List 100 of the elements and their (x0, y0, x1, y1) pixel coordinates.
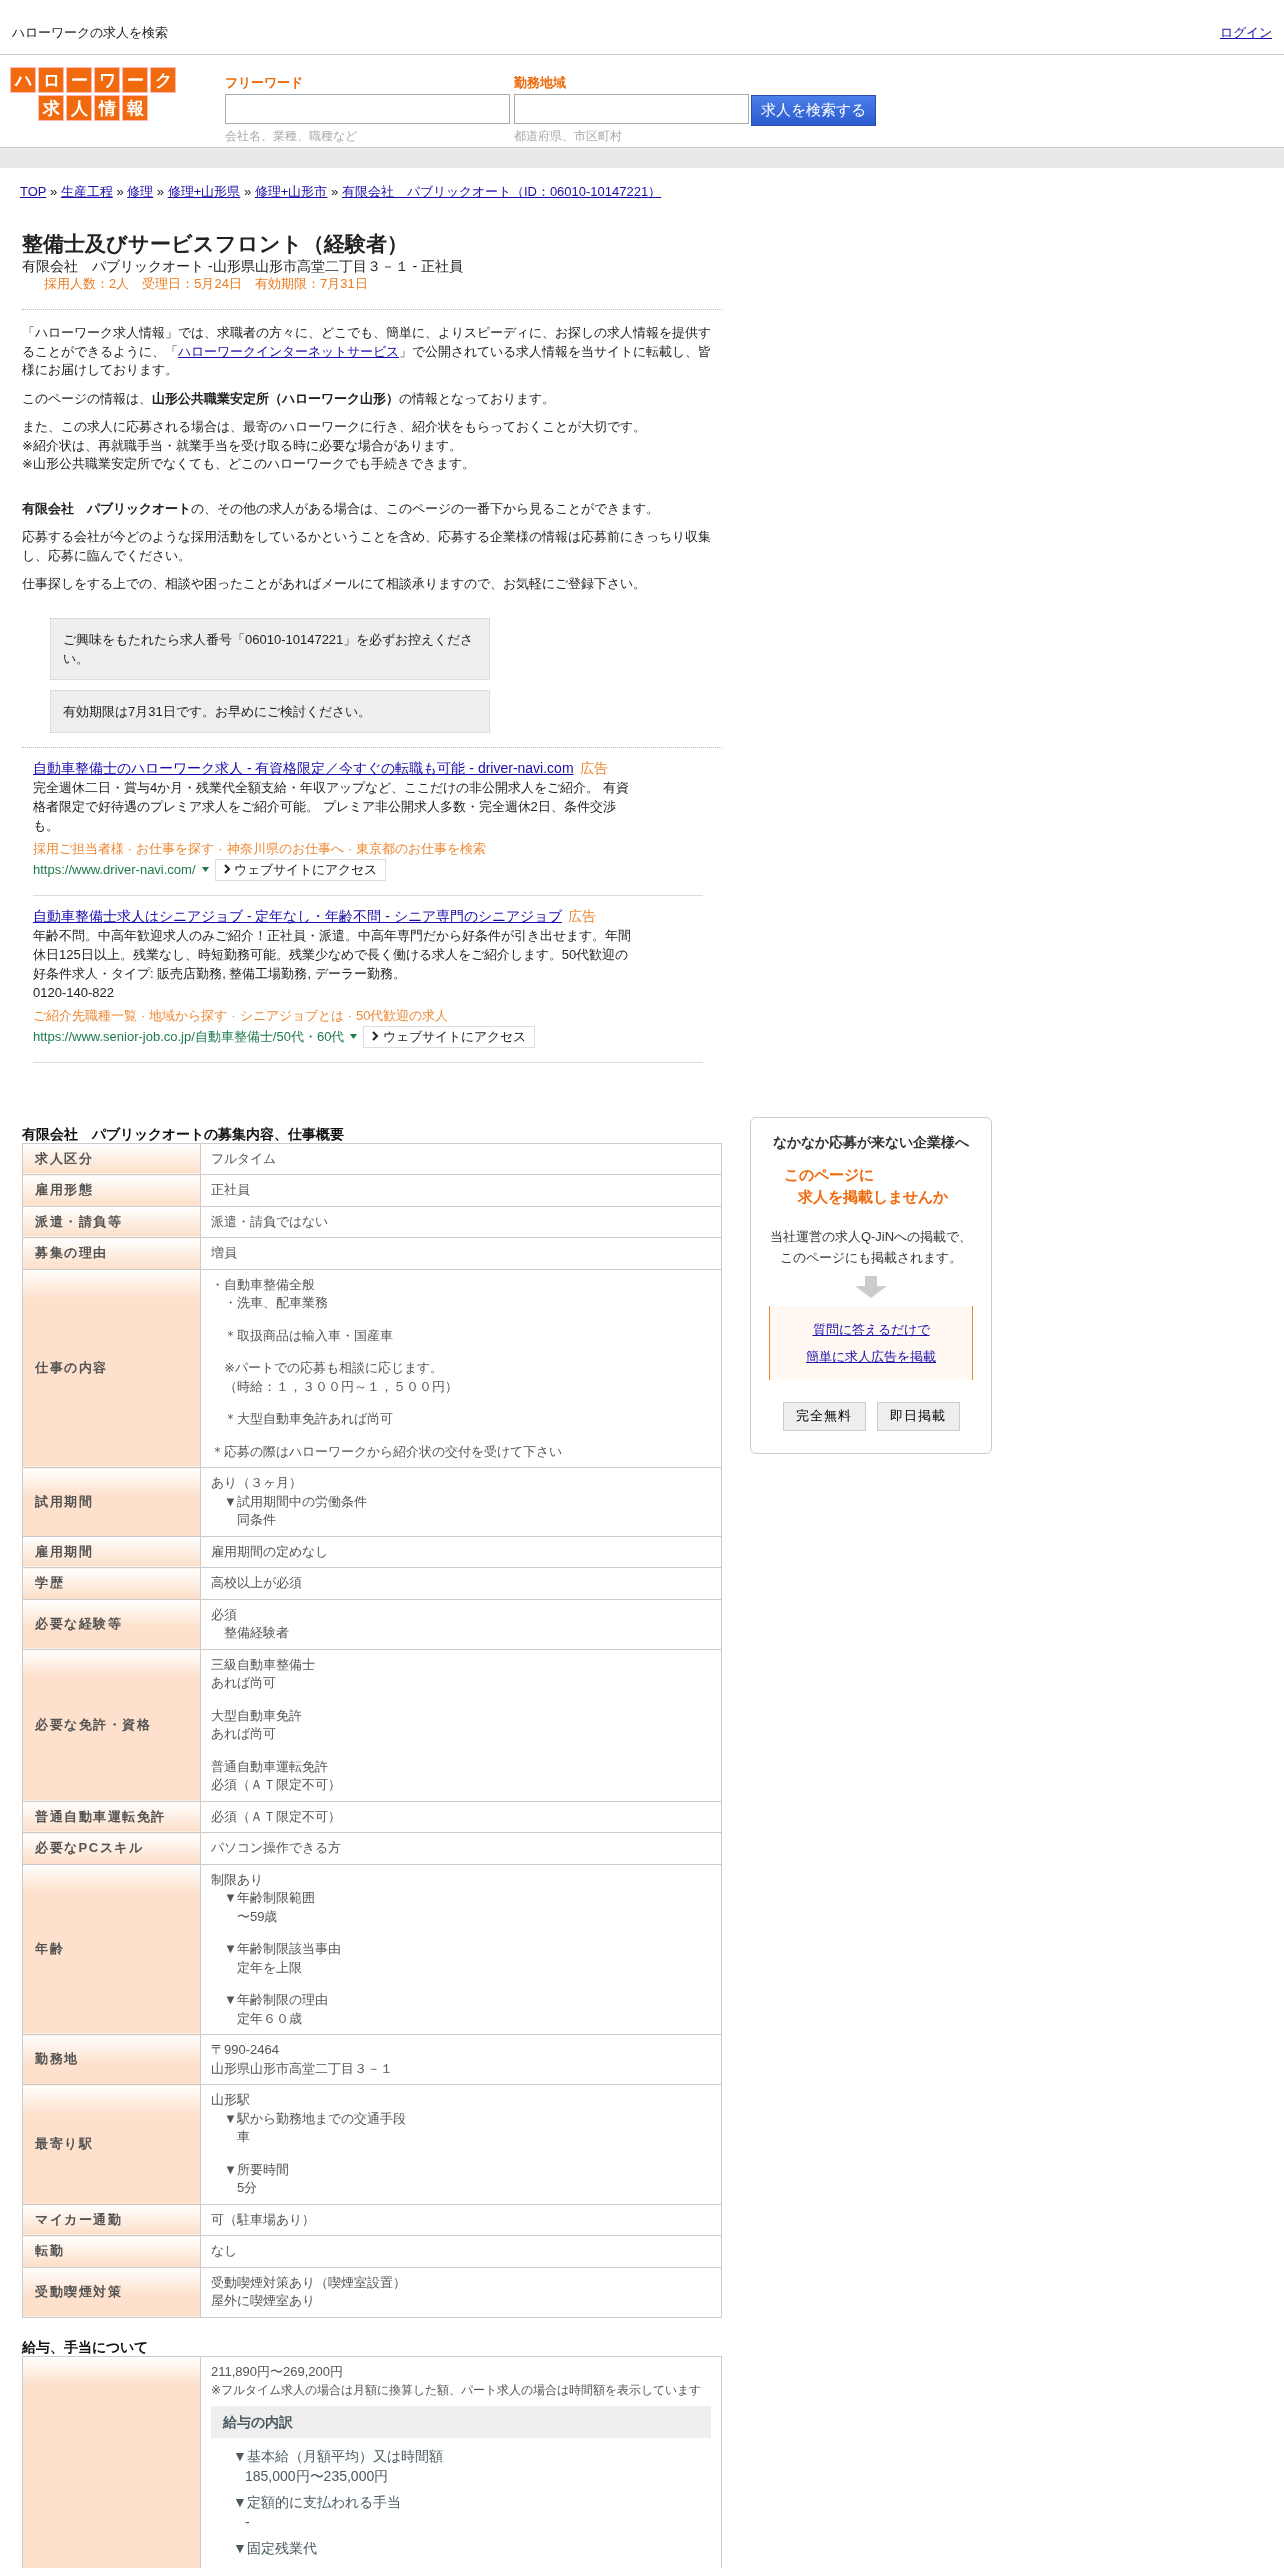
row-value: 派遣・請負ではない (200, 1206, 722, 1238)
chevron-icon (372, 1030, 380, 1041)
row-value: フルタイム (200, 1143, 722, 1175)
row-value: ・自動車整備全般 ・洗車、配車業務 ＊取扱商品は輸入車・国産車 ※パートでの応募も相談に応じます。 （時給：１，３００円～１，５００円） ＊大型自動車免許あれば尚可 ＊応募の際はハローワークから紹介状の交付を受けて下さい (200, 1269, 722, 1468)
section-title: 有限会社 パブリックオートの募集内容、仕事概要 (22, 1124, 345, 1143)
row-value: 受動喫煙対策あり（喫煙室設置） 屋外に喫煙室あり (200, 2267, 722, 2317)
row-label: 転勤 (22, 2235, 201, 2267)
row-label: マイカー通勤 (22, 2204, 201, 2236)
breadcrumb-separator: » (116, 184, 124, 199)
logo-letter: ハ (11, 68, 35, 92)
intro-paragraph: このページの情報は、山形公共職業安定所（ハローワーク山形）の情報となっております。 (22, 389, 556, 408)
row-label: 試用期間 (22, 1467, 201, 1536)
job-subtitle: 有限会社 パブリックオート -山形県山形市高堂二丁目３－１ - 正社員 (22, 257, 464, 275)
panel-text: 当社運営の求人Q-JiNへの掲載で、このページにも掲載されます。 (768, 1227, 974, 1267)
arrow-down-icon (855, 1275, 887, 1298)
sitelink-separator: · (347, 1007, 353, 1023)
feature-button[interactable]: 完全無料 (782, 1401, 866, 1431)
logo-letter: ク (151, 68, 175, 92)
breakdown-heading: 給与の内訳 (211, 2405, 711, 2438)
row-value: 〒990-2464 山形県山形市高堂二丁目３－１ (200, 2034, 722, 2085)
breadcrumb-link[interactable]: 修理+山形市 (254, 184, 328, 199)
reminder-box: 有効期限は7月31日です。お早めにご検討ください。 (50, 689, 490, 733)
row-label: 募集の理由 (22, 1237, 201, 1269)
row-label: 年齢 (22, 1864, 201, 2035)
row-value: 必須（ＡＴ限定不可） (200, 1801, 722, 1833)
sitelink-separator: · (347, 840, 353, 856)
salary-item-heading: ▼基本給（月額平均）又は時間額 (233, 2447, 444, 2466)
row-label: 仕事の内容 (22, 1269, 201, 1468)
sitelink-separator: · (218, 840, 223, 856)
salary-item-heading: ▼固定残業代 (233, 2539, 318, 2558)
salary-item-heading: ▼定額的に支払われる手当 (233, 2493, 402, 2512)
row-label: 雇用形態 (22, 1174, 201, 1206)
visit-website-button[interactable]: ウェブサイトにアクセス (214, 858, 387, 881)
feature-button[interactable]: 即日掲載 (876, 1401, 960, 1431)
breadcrumb-link[interactable]: 修理 (127, 184, 154, 199)
row-label: 雇用期間 (22, 1536, 201, 1568)
row-value: 必須 整備経験者 (200, 1599, 722, 1649)
panel-catchphrase: このページに 求人を掲載しませんか (783, 1164, 949, 1207)
row-label: 必要な経験等 (22, 1599, 201, 1649)
row-label: 学歴 (22, 1567, 201, 1599)
breadcrumb-link[interactable]: 有限会社 パブリックオート（ID：06010-10147221） (341, 184, 662, 199)
caret-icon (201, 867, 209, 872)
row-value: 三級自動車整備士 あれば尚可 大型自動車免許 あれば尚可 普通自動車運転免許 必須（ＡＴ限定不可） (200, 1649, 722, 1801)
panel-link[interactable]: 質問に答えるだけで (812, 1321, 930, 1337)
row-label: 最寄り駅 (22, 2084, 201, 2204)
search-button[interactable]: 求人を検索する (751, 95, 876, 126)
logo-letter: ー (123, 68, 147, 92)
field-hint: 都道府県、市区町村 (514, 128, 623, 145)
salary-note: ※フルタイム求人の場合は月額に換算した額、パート求人の場合は時間額を表示しています (211, 2382, 703, 2399)
row-value: あり（３ヶ月） ▼試用期間中の労働条件 同条件 (200, 1467, 722, 1536)
breadcrumb-separator: » (243, 184, 252, 199)
sitelink-separator: · (231, 1007, 236, 1023)
row-value: 可（駐車場あり） (200, 2204, 722, 2236)
logo-letter: ロ (39, 68, 63, 92)
breadcrumb-separator: » (156, 184, 165, 199)
caret-icon (350, 1034, 358, 1039)
hellowork-link[interactable]: ハローワークインターネットサービス (178, 343, 399, 359)
logo-letter: ー (67, 68, 91, 92)
row-value: 高校以上が必須 (200, 1567, 722, 1599)
reminder-box: ご興味をもたれたら求人番号「06010-10147221」を必ずお控えください。 (50, 617, 490, 680)
panel-link[interactable]: 簡単に求人広告を掲載 (806, 1348, 936, 1364)
note-paragraph: 有限会社 パブリックオートの、その他の求人がある場合は、このページの一番下から見ることができます。 (22, 499, 660, 518)
row-label: 普通自動車運転免許 (22, 1801, 201, 1833)
sitelink-separator: · (141, 1007, 146, 1023)
breadcrumb-link[interactable]: 修理+山形県 (167, 184, 241, 199)
breadcrumb-separator: » (49, 184, 58, 199)
login-link[interactable]: ログイン (1220, 24, 1272, 42)
job-title: 整備士及びサービスフロント（経験者） (22, 231, 409, 257)
logo-letter: ワ (95, 68, 119, 92)
salary-item-value: 185,000円〜235,000円 (245, 2467, 390, 2486)
row-label: 求人区分 (22, 1143, 201, 1175)
row-value: なし (200, 2235, 722, 2267)
search-field[interactable] (514, 94, 749, 124)
intro-paragraph: また、この求人に応募される場合は、最寄のハローワークに行き、紹介状をもらっておくことが大切です。 ※紹介状は、再就職手当・就業手当を受け取る時に必要な場合があります。 ※山形公共職業安定所でなくても、どこのハローワークでも手続きできます。 (22, 418, 647, 473)
ad-description: 完全週休二日・賞与4か月・残業代全額支給・年収アップなど、ここだけの非公開求人をご紹介。 有資格者限定で好待遇のプレミア求人をご紹介可能。 プレミア非公開求人多数・完全週休2日、条件交渉も。 (33, 778, 630, 835)
salary-amount: 211,890円〜269,200円 (211, 2362, 345, 2381)
field-hint: 会社名、業種、職種など (225, 128, 358, 145)
row-value: 山形駅 ▼駅から勤務地までの交通手段 車 ▼所要時間 5分 (200, 2084, 722, 2204)
visit-website-button[interactable]: ウェブサイトにアクセス (363, 1025, 535, 1048)
row-value: パソコン操作できる方 (200, 1832, 722, 1864)
row-label: 必要なPCスキル (22, 1832, 201, 1864)
breadcrumb-link[interactable]: TOP (20, 184, 47, 199)
breadcrumb-link[interactable]: 生産工程 (60, 184, 113, 199)
search-field[interactable] (225, 94, 510, 124)
logo-letter: 報 (123, 96, 147, 120)
section-title: 給与、手当について (22, 2337, 149, 2356)
row-label: 受動喫煙対策 (22, 2267, 201, 2317)
logo-letter: 人 (67, 96, 91, 120)
sitelink-separator: · (128, 840, 133, 856)
salary-item-value: - (245, 2513, 251, 2532)
row-value: 雇用期間の定めなし (200, 1536, 722, 1568)
ad-description: 年齢不問。中高年歓迎求人のみご紹介！正社員・派遣。中高年専門だから好条件が引き出せます。年間休日125日以上。残業なし、時短勤務可能。残業少なめで長く働ける求人をご紹介します。50代歓迎の好条件求人・タイプ: 販売店勤務, 整備工場勤務, デーラー勤務。 (33, 926, 632, 983)
job-meta: 採用人数：2人 受理日：5月24日 有効期限：7月31日 (44, 275, 369, 293)
ad-url: https://www.driver-navi.com/ (33, 860, 196, 879)
ad-title-link[interactable]: 自動車整備士のハローワーク求人 - 有資格限定／今すぐの転職も可能 - driver-navi.com (33, 759, 574, 776)
row-label: 勤務地 (22, 2034, 201, 2085)
intro-paragraph: 「ハローワーク求人情報」では、求職者の方々に、どこでも、簡単に、よりスピーディに、お探しの求人情報を提供することができるように、「ハローワークインターネットサービス」で公開されている求人情報を当サイトに転載し、皆様にお届けしております。 (22, 324, 712, 379)
field-label: フリーワード (225, 74, 304, 92)
row-value: 正社員 (200, 1174, 722, 1206)
ad-title-link[interactable]: 自動車整備士求人はシニアジョブ - 定年なし・年齢不問 - シニア専門のシニアジョブ (33, 907, 562, 924)
